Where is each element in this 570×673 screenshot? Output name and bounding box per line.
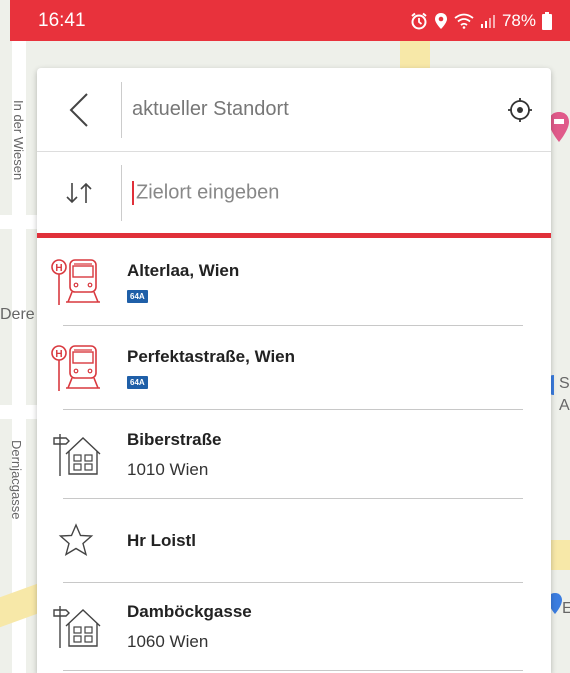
line-badge: 64A bbox=[127, 375, 148, 389]
origin-input[interactable]: aktueller Standort bbox=[122, 98, 489, 121]
list-divider bbox=[63, 670, 523, 671]
locate-button[interactable] bbox=[489, 97, 551, 123]
line-badge: 64A bbox=[127, 289, 148, 303]
map-street-label: Dernjacgasse bbox=[9, 440, 24, 520]
address-house-icon bbox=[37, 430, 127, 480]
result-title: Perfektastraße, Wien bbox=[127, 346, 296, 366]
search-panel: aktueller Standort Zielort eingeben H Al… bbox=[37, 68, 551, 673]
back-button[interactable] bbox=[37, 68, 121, 151]
tram-stop-icon: H bbox=[37, 343, 127, 393]
list-item[interactable]: H Perfektastraße, Wien 64A bbox=[37, 326, 551, 410]
result-subtitle: 1060 Wien bbox=[127, 632, 209, 651]
list-item[interactable]: H Alterlaa, Wien 64A bbox=[37, 238, 551, 326]
list-item[interactable]: Biberstraße 1010 Wien bbox=[37, 410, 551, 499]
results-list: H Alterlaa, Wien 64A H Perfektastraße, W… bbox=[37, 238, 551, 671]
status-icons: 78% bbox=[410, 11, 552, 31]
back-arrow-icon bbox=[69, 92, 88, 127]
location-icon bbox=[434, 12, 447, 29]
swap-arrows-icon bbox=[66, 182, 92, 203]
tram-stop-icon: H bbox=[37, 257, 127, 307]
map-label: S bbox=[559, 375, 570, 392]
text-cursor bbox=[132, 180, 134, 205]
map-label: E bbox=[562, 600, 570, 617]
alarm-icon bbox=[411, 12, 427, 29]
result-subtitle: 1010 Wien bbox=[127, 459, 209, 479]
signal-icon bbox=[480, 14, 495, 28]
destination-input[interactable]: Zielort eingeben bbox=[122, 180, 551, 205]
map-label: A bbox=[559, 397, 570, 414]
result-title: Biberstraße bbox=[127, 429, 222, 449]
address-house-icon bbox=[37, 602, 127, 652]
wifi-icon bbox=[454, 13, 474, 29]
list-item[interactable]: Damböckgasse 1060 Wien bbox=[37, 583, 551, 671]
status-bar: 16:41 78% bbox=[10, 0, 570, 41]
svg-text:H: H bbox=[55, 263, 62, 274]
result-title: Hr Loistl bbox=[127, 531, 196, 550]
swap-button[interactable] bbox=[37, 152, 121, 233]
destination-placeholder: Zielort eingeben bbox=[136, 180, 280, 203]
list-item[interactable]: Hr Loistl bbox=[37, 499, 551, 583]
origin-row: aktueller Standort bbox=[37, 68, 551, 152]
battery-icon bbox=[542, 11, 552, 30]
battery-percent: 78% bbox=[501, 10, 536, 30]
result-title: Damböckgasse bbox=[127, 602, 252, 621]
svg-text:H: H bbox=[55, 349, 62, 360]
status-time: 16:41 bbox=[38, 9, 86, 31]
crosshair-location-icon bbox=[508, 97, 532, 122]
map-street-label: In der Wiesen bbox=[11, 100, 26, 181]
destination-row: Zielort eingeben bbox=[37, 152, 551, 238]
result-title: Alterlaa, Wien bbox=[127, 260, 240, 280]
map-label: Dere bbox=[0, 306, 35, 323]
hotel-marker-icon[interactable] bbox=[548, 110, 570, 146]
star-icon bbox=[37, 521, 127, 561]
